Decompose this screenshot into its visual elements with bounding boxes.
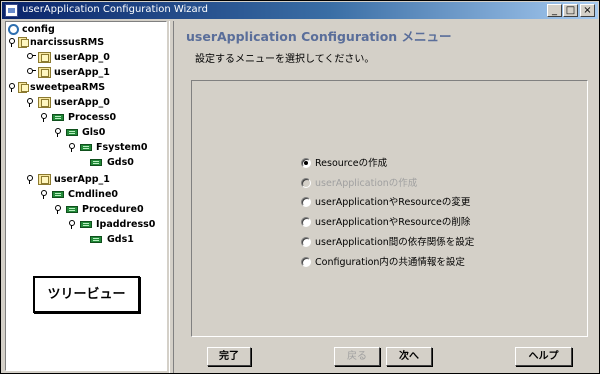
tree-node-label: Cmdline0 <box>68 189 119 200</box>
expanded-handle-icon[interactable] <box>54 128 62 137</box>
tree-node-label: userApp_1 <box>54 174 110 185</box>
expanded-handle-icon[interactable] <box>54 205 62 214</box>
resource-icon <box>66 206 78 213</box>
expanded-handle-icon[interactable] <box>68 220 76 229</box>
config-icon <box>8 24 19 35</box>
resource-icon <box>90 159 102 166</box>
radio-icon[interactable] <box>301 237 311 247</box>
folder-icon <box>38 67 51 78</box>
folder-icon <box>38 52 51 63</box>
expanded-handle-icon[interactable] <box>26 175 34 184</box>
page-title: userApplication Configuration メニュー <box>186 29 452 44</box>
resource-icon <box>52 191 64 198</box>
folder-icon <box>18 82 29 93</box>
tree-node-label: Gls0 <box>82 127 106 138</box>
resource-icon <box>80 221 92 228</box>
radio-icon[interactable] <box>301 197 311 207</box>
tree-node-label: userApp_0 <box>54 52 110 63</box>
radio-icon[interactable] <box>301 217 311 227</box>
resource-icon <box>90 236 102 243</box>
help-button[interactable]: ヘルプ <box>515 347 572 366</box>
folder-icon <box>18 37 29 48</box>
folder-icon <box>38 174 51 185</box>
tree-node-label: Procedure0 <box>82 204 144 215</box>
option-label: userApplicationやResourceの削除 <box>315 217 471 228</box>
expanded-handle-icon[interactable] <box>8 38 16 47</box>
option-label: Configuration内の共通情報を設定 <box>315 257 465 268</box>
tree-node-label: Process0 <box>68 112 117 123</box>
minimize-button[interactable]: _ <box>547 4 562 17</box>
option-label: userApplication間の依存関係を設定 <box>315 237 475 248</box>
option-label: userApplicationやResourceの変更 <box>315 197 471 208</box>
instruction-text: 設定するメニューを選択してください。 <box>195 54 375 65</box>
radio-disabled-icon <box>301 178 311 188</box>
pane-splitter[interactable] <box>169 21 174 373</box>
resource-icon <box>80 144 92 151</box>
tree-node-label: userApp_1 <box>54 67 110 78</box>
expanded-handle-icon[interactable] <box>40 113 48 122</box>
tree-view-button[interactable]: ツリービュー <box>33 276 140 313</box>
collapsed-handle-icon[interactable] <box>26 53 36 62</box>
tree-node-label: Fsystem0 <box>96 142 148 153</box>
tree-node-label: sweetpeaRMS <box>30 82 106 93</box>
collapsed-handle-icon[interactable] <box>26 68 36 77</box>
next-button[interactable]: 次へ <box>386 347 432 366</box>
tree-node-label: Ipaddress0 <box>96 219 156 230</box>
app-icon <box>5 4 18 17</box>
expanded-handle-icon[interactable] <box>68 143 76 152</box>
finish-button[interactable]: 完了 <box>207 347 251 366</box>
resource-icon <box>52 114 64 121</box>
option-label: Resourceの作成 <box>315 158 388 169</box>
back-button: 戻る <box>334 347 380 366</box>
tree-node-label: narcissusRMS <box>30 37 105 48</box>
tree-node-label: config <box>22 24 55 35</box>
window-title: userApplication Configuration Wizard <box>22 4 208 15</box>
config-tree[interactable]: config narcissusRMS userApp_0 userApp_1 … <box>5 21 167 371</box>
radio-icon[interactable] <box>301 257 311 267</box>
close-button[interactable]: × <box>580 4 595 17</box>
option-label: userApplicationの作成 <box>315 178 418 189</box>
wizard-window: userApplication Configuration Wizard _ □… <box>0 0 600 374</box>
maximize-button[interactable]: □ <box>563 4 578 17</box>
expanded-handle-icon[interactable] <box>40 190 48 199</box>
radio-selected-icon[interactable] <box>301 158 311 168</box>
expanded-handle-icon[interactable] <box>26 98 34 107</box>
folder-icon <box>38 97 51 108</box>
tree-node-label: Gds0 <box>107 157 134 168</box>
tree-node-label: userApp_0 <box>54 97 110 108</box>
expanded-handle-icon[interactable] <box>8 83 16 92</box>
title-bar[interactable]: userApplication Configuration Wizard _ □… <box>2 2 598 19</box>
tree-node-label: Gds1 <box>107 234 134 245</box>
resource-icon <box>66 129 78 136</box>
